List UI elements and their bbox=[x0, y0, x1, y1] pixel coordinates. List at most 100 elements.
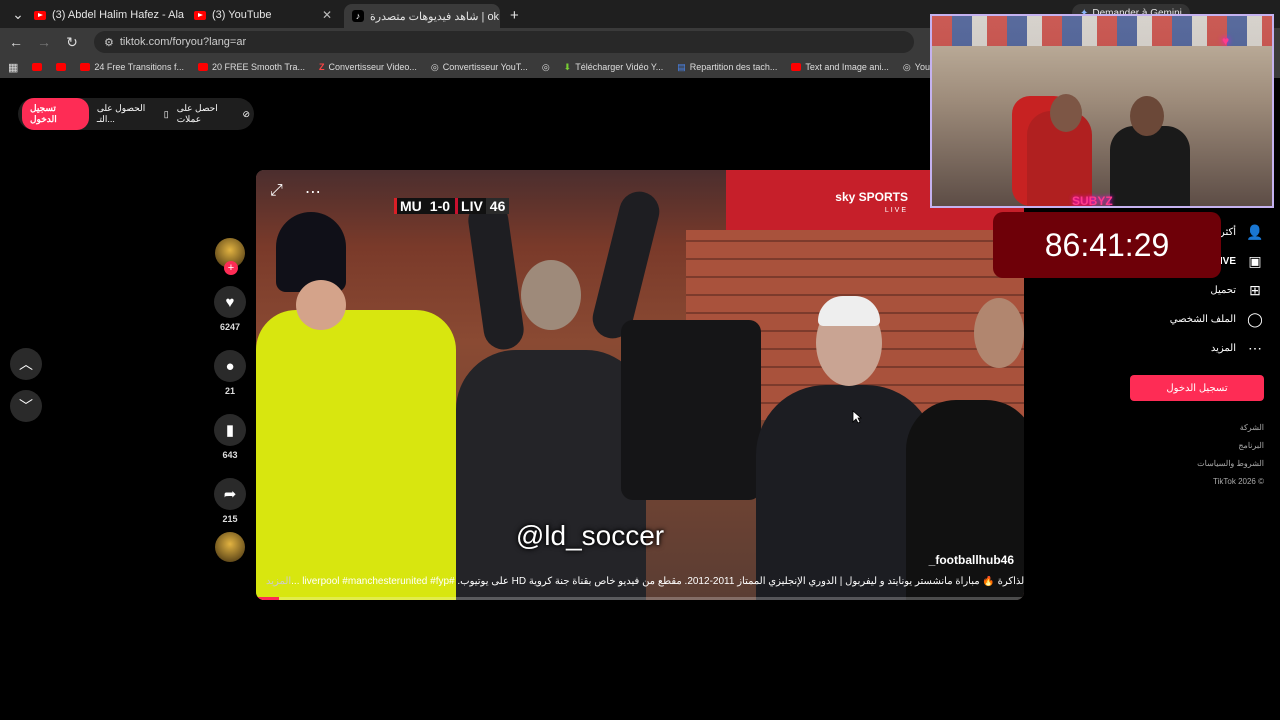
celebrating-man bbox=[456, 350, 646, 600]
sidebar-item-upload[interactable]: ⊞ تحميل bbox=[1124, 276, 1264, 305]
bookmark-label: Télécharger Vidéo Y... bbox=[575, 62, 664, 72]
bookmark-icon: ▮ bbox=[225, 422, 235, 439]
tv-camera bbox=[621, 320, 761, 500]
more-icon: ⋯ bbox=[1248, 340, 1262, 356]
get-coins-button[interactable]: احصل على عملات ⊘ bbox=[177, 103, 250, 125]
bookmark-label: Repartition des tach... bbox=[689, 62, 778, 72]
youtube-icon bbox=[194, 10, 206, 20]
next-video-button[interactable]: ﹀ bbox=[10, 390, 42, 422]
footer-link-terms[interactable]: الشروط والسياسات bbox=[1124, 455, 1264, 473]
footer-link-company[interactable]: الشركة bbox=[1124, 419, 1264, 437]
footer-link-program[interactable]: البرنامج bbox=[1124, 437, 1264, 455]
share-button[interactable]: ➦ bbox=[214, 478, 246, 510]
youtube-icon bbox=[32, 63, 43, 71]
reload-icon[interactable]: ↻ bbox=[60, 30, 84, 54]
police-helmet bbox=[276, 212, 346, 292]
streamer-right-head bbox=[1130, 96, 1164, 136]
flag-banner bbox=[932, 16, 1272, 46]
sidebar-item-profile[interactable]: ◯ الملف الشخصي bbox=[1124, 305, 1264, 334]
more-options-icon[interactable]: ⋯ bbox=[305, 182, 321, 202]
caption-text: من الذاكرة 🔥 مباراة مانشستر يونايتد و لي… bbox=[291, 576, 1024, 587]
bookmark-label: 24 Free Transitions f... bbox=[94, 62, 184, 72]
mouse-cursor-icon bbox=[852, 410, 862, 424]
bookmark[interactable]: ◎ Convertisseur YouT... bbox=[431, 62, 528, 73]
sidebar-item-more[interactable]: ⋯ المزيد bbox=[1124, 334, 1264, 363]
z-icon: Z bbox=[319, 62, 325, 72]
comment-button[interactable]: ● bbox=[214, 350, 246, 382]
bookmark[interactable]: ⬇ Télécharger Vidéo Y... bbox=[564, 62, 664, 73]
stream-timer: 86:41:29 bbox=[993, 212, 1221, 278]
comment-count: 21 bbox=[224, 386, 235, 396]
bookmark[interactable]: Text and Image ani... bbox=[791, 62, 889, 72]
youtube-icon bbox=[80, 63, 91, 71]
author-avatar[interactable]: + bbox=[215, 238, 245, 275]
close-icon[interactable]: ✕ bbox=[322, 8, 332, 22]
share-icon: ➦ bbox=[223, 486, 237, 503]
chevron-down-icon: ﹀ bbox=[19, 398, 33, 414]
video-player[interactable]: ⤢ ⋯ MU 1-0 LIV 46 sky SPORTS LIVE @ld_so… bbox=[256, 170, 1024, 600]
get-app-button[interactable]: الحصول على التـ... ▯ bbox=[97, 103, 169, 125]
heart-icon: ♥ bbox=[225, 293, 235, 311]
new-tab-button[interactable]: + bbox=[502, 4, 522, 26]
previous-video-button[interactable]: ︿ bbox=[10, 348, 42, 380]
author-name[interactable]: _footballhub46 bbox=[929, 553, 1014, 567]
youtube-icon bbox=[56, 63, 67, 71]
sidebar-login-button[interactable]: تسجيل الدخول bbox=[1130, 375, 1264, 401]
bookmark[interactable]: 24 Free Transitions f... bbox=[80, 62, 184, 72]
tab-title: (3) Abdel Halim Hafez - Ala He bbox=[52, 9, 184, 21]
action-bar: + ♥ 6247 ● 21 ▮ 643 ➦ 215 bbox=[212, 238, 248, 562]
live-icon: ▣ bbox=[1248, 253, 1262, 269]
top-nav: تسجيل الدخول الحصول على التـ... ▯ احصل ع… bbox=[18, 98, 254, 130]
caption-more-link[interactable]: المزيد bbox=[266, 576, 291, 587]
doc-icon: ▤ bbox=[677, 61, 686, 72]
tab-youtube-2[interactable]: (3) YouTube ✕ bbox=[186, 4, 340, 26]
progress-bar[interactable] bbox=[256, 597, 1024, 600]
streamer-left-head bbox=[1050, 94, 1082, 132]
video-caption: المزيد من الذاكرة 🔥 مباراة مانشستر يوناي… bbox=[256, 576, 1024, 587]
back-icon[interactable]: ← bbox=[4, 30, 28, 54]
globe-icon: ◎ bbox=[541, 61, 550, 72]
webcam-label: SUBYZ bbox=[1072, 194, 1113, 208]
tiktok-icon: ♪ bbox=[352, 10, 364, 22]
tab-tiktok[interactable]: ♪ شاهد فيديوهات متصدرة | ok 🔊 ✕ bbox=[344, 4, 500, 28]
bookmark[interactable]: 20 FREE Smooth Tra... bbox=[197, 62, 305, 72]
sound-avatar[interactable] bbox=[215, 532, 245, 562]
bookmark[interactable]: ▤ Repartition des tach... bbox=[677, 62, 777, 73]
forward-icon[interactable]: → bbox=[32, 30, 56, 54]
apps-icon[interactable]: ▦ bbox=[8, 61, 18, 74]
bookmark[interactable]: ◎ bbox=[542, 62, 550, 73]
globe-icon: ◎ bbox=[902, 61, 911, 72]
sidebar-item-label: أكثر bbox=[1219, 227, 1236, 238]
globe-icon: ◎ bbox=[430, 61, 439, 72]
like-button[interactable]: ♥ bbox=[214, 286, 246, 318]
police-officer bbox=[256, 310, 456, 600]
bookmark[interactable] bbox=[32, 63, 43, 71]
watermark: @ld_soccer bbox=[515, 520, 665, 551]
youtube-icon bbox=[791, 63, 802, 71]
phone-icon: ▯ bbox=[163, 108, 169, 119]
youtube-icon bbox=[34, 10, 46, 20]
follow-plus-icon[interactable]: + bbox=[224, 261, 238, 275]
fullscreen-icon[interactable]: ⤢ bbox=[270, 182, 283, 202]
profile-icon: ◯ bbox=[1247, 311, 1263, 327]
bookmark-label: Convertisseur YouT... bbox=[442, 62, 528, 72]
like-count: 6247 bbox=[219, 322, 241, 332]
scoreboard: MU 1-0 LIV 46 bbox=[394, 196, 510, 216]
site-info-icon[interactable]: ⚙ bbox=[104, 36, 114, 49]
tab-youtube-1[interactable]: (3) Abdel Halim Hafez - Ala He ✕ bbox=[26, 4, 184, 26]
add-user-icon: 👤 bbox=[1246, 224, 1264, 240]
chevron-up-icon: ︿ bbox=[19, 356, 33, 372]
login-button[interactable]: تسجيل الدخول bbox=[22, 98, 89, 130]
url-field[interactable]: ⚙ tiktok.com/foryou?lang=ar bbox=[94, 31, 914, 53]
broadcaster-logo: sky SPORTS LIVE bbox=[835, 190, 908, 216]
officer-face bbox=[296, 280, 346, 330]
sidebar-item-label: المزيد bbox=[1210, 343, 1236, 354]
bookmark[interactable]: Z Convertisseur Video... bbox=[319, 62, 417, 72]
save-button[interactable]: ▮ bbox=[214, 414, 246, 446]
broadcaster-name: sky SPORTS bbox=[835, 190, 908, 204]
tab-title: (3) YouTube bbox=[212, 9, 272, 21]
broadcaster-sub: LIVE bbox=[884, 207, 908, 214]
footer-copyright: © TikTok 2026 bbox=[1213, 477, 1264, 486]
comment-icon: ● bbox=[225, 357, 235, 375]
bookmark[interactable] bbox=[56, 63, 67, 71]
